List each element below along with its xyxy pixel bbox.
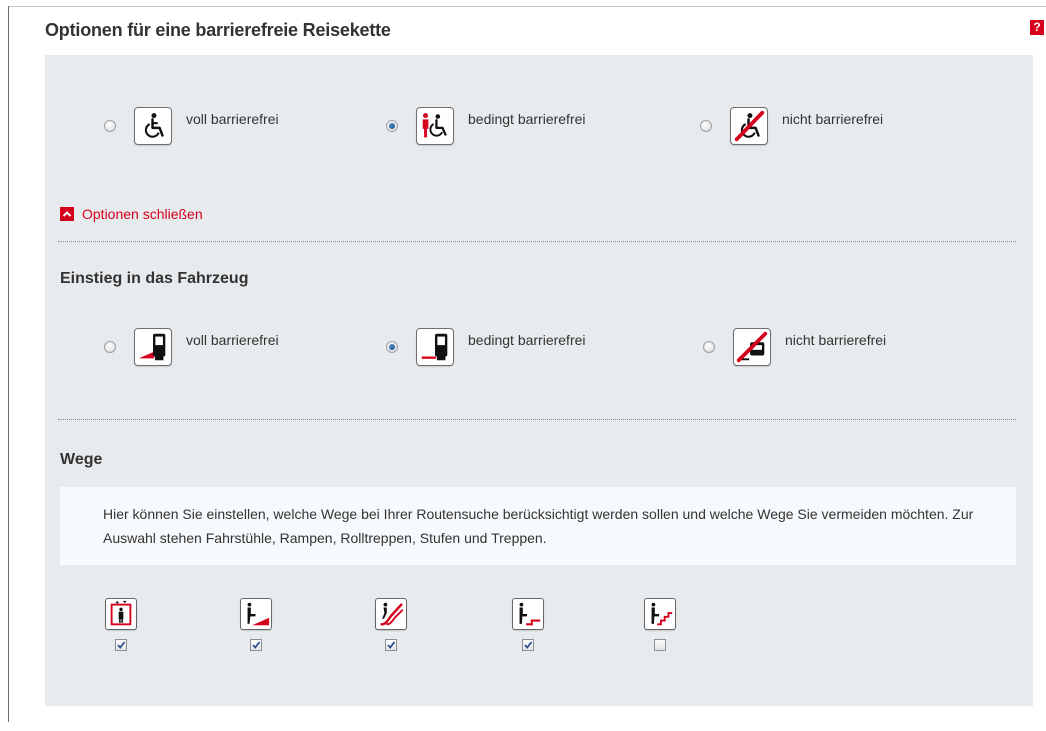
stairs-icon xyxy=(644,598,676,630)
way-stairs xyxy=(644,598,678,651)
wheelchair-icon xyxy=(134,107,172,145)
divider xyxy=(58,241,1016,242)
way-elevator-checkbox[interactable] xyxy=(115,639,127,651)
way-ramp xyxy=(240,598,274,651)
entry-full-radio[interactable] xyxy=(104,341,116,353)
escalator-icon xyxy=(375,598,407,630)
way-step-checkbox[interactable] xyxy=(522,639,534,651)
way-elevator xyxy=(105,598,139,651)
chain-none-label: nicht barrierefrei xyxy=(782,111,884,127)
left-border xyxy=(8,6,9,722)
chain-option-partial[interactable]: bedingt barrierefrei xyxy=(386,107,586,145)
ramp-bus-icon xyxy=(134,328,172,366)
way-escalator-checkbox[interactable] xyxy=(385,639,397,651)
entry-none-label: nicht barrierefrei xyxy=(785,332,887,348)
close-options-link[interactable]: Optionen schließen xyxy=(60,206,203,222)
chain-partial-radio[interactable] xyxy=(386,120,398,132)
entry-none-radio[interactable] xyxy=(703,341,715,353)
entry-option-partial[interactable]: bedingt barrierefrei xyxy=(386,328,586,366)
step-icon xyxy=(512,598,544,630)
ways-info-text: Hier können Sie einstellen, welche Wege … xyxy=(103,506,974,546)
chain-full-label: voll barrierefrei xyxy=(186,111,279,127)
top-border xyxy=(8,6,1046,7)
page-title: Optionen für eine barrierefreie Reiseket… xyxy=(45,20,391,40)
chain-partial-label: bedingt barrierefrei xyxy=(468,111,586,127)
divider xyxy=(58,419,1016,420)
chain-full-radio[interactable] xyxy=(104,120,116,132)
wheelchair-assistance-icon xyxy=(416,107,454,145)
entry-option-none[interactable]: nicht barrierefrei xyxy=(703,328,886,366)
way-step xyxy=(512,598,546,651)
entry-partial-label: bedingt barrierefrei xyxy=(468,332,586,348)
chevron-up-icon xyxy=(60,207,74,221)
bus-crossed-icon xyxy=(733,328,771,366)
entry-full-label: voll barrierefrei xyxy=(186,332,279,348)
way-stairs-checkbox[interactable] xyxy=(654,639,666,651)
ways-heading: Wege xyxy=(60,451,103,468)
ways-info-box: Hier können Sie einstellen, welche Wege … xyxy=(60,487,1016,565)
chain-option-full[interactable]: voll barrierefrei xyxy=(104,107,279,145)
way-escalator xyxy=(375,598,409,651)
elevator-icon xyxy=(105,598,137,630)
chain-none-radio[interactable] xyxy=(700,120,712,132)
close-options-label: Optionen schließen xyxy=(82,206,203,222)
wheelchair-crossed-icon xyxy=(730,107,768,145)
entry-option-full[interactable]: voll barrierefrei xyxy=(104,328,279,366)
entry-heading: Einstieg in das Fahrzeug xyxy=(60,270,249,287)
help-icon[interactable]: ? xyxy=(1030,20,1044,35)
ramp-icon xyxy=(240,598,272,630)
entry-partial-radio[interactable] xyxy=(386,341,398,353)
chain-option-none[interactable]: nicht barrierefrei xyxy=(700,107,883,145)
step-bus-icon xyxy=(416,328,454,366)
way-ramp-checkbox[interactable] xyxy=(250,639,262,651)
